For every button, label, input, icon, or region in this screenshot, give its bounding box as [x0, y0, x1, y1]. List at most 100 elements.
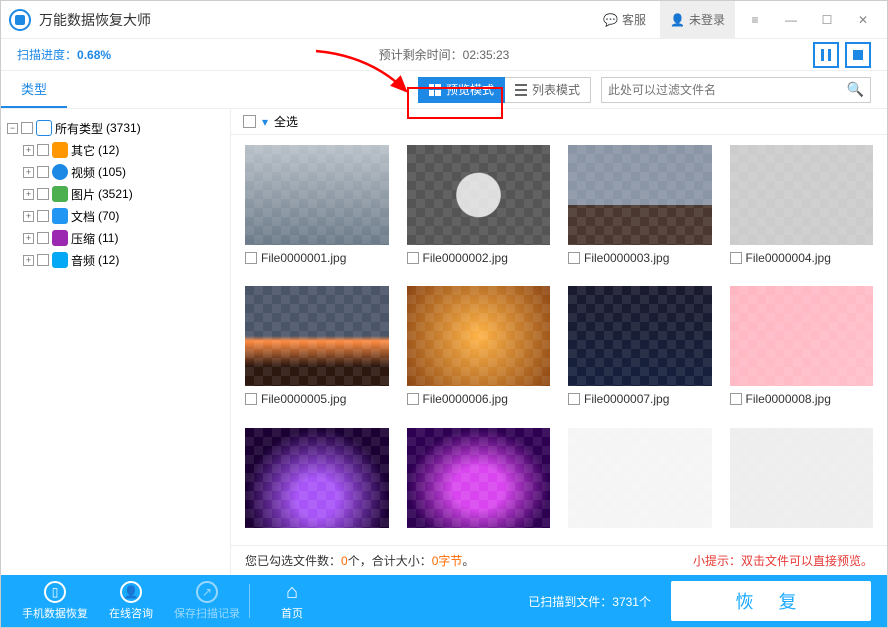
thumbnail-image [730, 145, 874, 245]
stop-icon [853, 50, 863, 60]
minimize-button[interactable]: — [775, 6, 807, 34]
tab-type[interactable]: 类型 [1, 71, 67, 108]
file-thumbnail[interactable]: File0000004.jpg [730, 145, 874, 272]
file-thumbnail[interactable] [245, 428, 389, 535]
file-name: File0000001.jpg [261, 251, 346, 265]
checkbox[interactable] [37, 232, 49, 244]
file-name: File0000008.jpg [746, 392, 831, 406]
checkbox[interactable] [37, 254, 49, 266]
divider [249, 584, 250, 618]
expander-icon[interactable]: + [23, 255, 34, 266]
login-button[interactable]: 👤 未登录 [660, 1, 735, 39]
file-checkbox[interactable] [407, 393, 419, 405]
recover-button[interactable]: 恢 复 [671, 581, 871, 621]
list-mode-button[interactable]: 列表模式 [505, 77, 591, 103]
close-button[interactable]: ✕ [847, 6, 879, 34]
select-all-label[interactable]: 全选 [274, 113, 298, 130]
content-area: ▾ 全选 File0000001.jpgFile0000002.jpgFile0… [231, 109, 887, 575]
minimize-icon: — [785, 13, 797, 27]
file-thumbnail[interactable] [730, 428, 874, 535]
pause-icon [821, 49, 831, 61]
expander-icon[interactable]: − [7, 123, 18, 134]
zip-icon [52, 230, 68, 246]
thumbnail-image [407, 428, 551, 528]
phone-icon: ▯ [44, 581, 66, 603]
view-mode-group: 预览模式 列表模式 🔍 [418, 77, 871, 103]
checkbox[interactable] [37, 188, 49, 200]
bottom-bar: ▯ 手机数据恢复 👤 在线咨询 ↗ 保存扫描记录 ⌂ 首页 已扫描到文件：373… [1, 575, 887, 627]
file-checkbox[interactable] [245, 252, 257, 264]
video-icon [52, 164, 68, 180]
customer-service-button[interactable]: 💬 客服 [593, 1, 656, 39]
file-checkbox[interactable] [568, 393, 580, 405]
doc-icon [52, 208, 68, 224]
tree-item-zip[interactable]: +压缩(11) [7, 227, 224, 249]
tree-item-other[interactable]: +其它(12) [7, 139, 224, 161]
select-all-row: ▾ 全选 [231, 109, 887, 135]
tree-item-doc[interactable]: +文档(70) [7, 205, 224, 227]
tree-item-audio[interactable]: +音频(12) [7, 249, 224, 271]
file-thumbnail[interactable]: File0000001.jpg [245, 145, 389, 272]
stop-button[interactable] [845, 42, 871, 68]
file-thumbnail[interactable] [407, 428, 551, 535]
tree-item-video[interactable]: +视频(105) [7, 161, 224, 183]
monitor-icon [36, 120, 52, 136]
checkbox[interactable] [37, 166, 49, 178]
filter-input[interactable] [608, 83, 847, 97]
thumbnail-image [245, 145, 389, 245]
search-icon[interactable]: 🔍 [847, 81, 864, 98]
other-icon [52, 142, 68, 158]
maximize-button[interactable]: ☐ [811, 6, 843, 34]
thumbnail-image [568, 286, 712, 386]
expander-icon[interactable]: + [23, 189, 34, 200]
expander-icon[interactable]: + [23, 167, 34, 178]
file-name: File0000007.jpg [584, 392, 669, 406]
file-thumbnail[interactable]: File0000005.jpg [245, 286, 389, 413]
menu-button[interactable]: ≡ [739, 6, 771, 34]
save-scan-button[interactable]: ↗ 保存扫描记录 [169, 575, 245, 627]
file-thumbnail[interactable]: File0000002.jpg [407, 145, 551, 272]
select-all-checkbox[interactable] [243, 115, 256, 128]
expander-icon[interactable]: + [23, 145, 34, 156]
online-consult-button[interactable]: 👤 在线咨询 [93, 575, 169, 627]
file-name: File0000004.jpg [746, 251, 831, 265]
file-thumbnail[interactable]: File0000008.jpg [730, 286, 874, 413]
file-name: File0000003.jpg [584, 251, 669, 265]
tree-item-pic[interactable]: +图片(3521) [7, 183, 224, 205]
file-checkbox[interactable] [568, 252, 580, 264]
thumbnail-image [245, 428, 389, 528]
file-checkbox[interactable] [730, 393, 742, 405]
phone-recovery-button[interactable]: ▯ 手机数据恢复 [17, 575, 93, 627]
file-checkbox[interactable] [245, 393, 257, 405]
close-icon: ✕ [858, 13, 868, 27]
scan-progress-label: 扫描进度：0.68% [17, 46, 111, 63]
home-icon: ⌂ [281, 581, 303, 603]
user-icon: 👤 [670, 13, 685, 27]
expander-icon[interactable]: + [23, 233, 34, 244]
file-name: File0000006.jpg [423, 392, 508, 406]
tree-root[interactable]: − 所有类型(3731) [7, 117, 224, 139]
home-button[interactable]: ⌂ 首页 [254, 575, 330, 627]
checkbox[interactable] [21, 122, 33, 134]
expander-icon[interactable]: + [23, 211, 34, 222]
preview-mode-button[interactable]: 预览模式 [418, 77, 505, 103]
grid-icon [429, 84, 441, 96]
checkbox[interactable] [37, 144, 49, 156]
pause-button[interactable] [813, 42, 839, 68]
thumbnail-grid: File0000001.jpgFile0000002.jpgFile000000… [231, 135, 887, 545]
eta-label: 预计剩余时间：02:35:23 [379, 46, 510, 63]
file-thumbnail[interactable]: File0000006.jpg [407, 286, 551, 413]
file-thumbnail[interactable]: File0000007.jpg [568, 286, 712, 413]
export-icon: ↗ [196, 581, 218, 603]
titlebar: 万能数据恢复大师 💬 客服 👤 未登录 ≡ — ☐ ✕ [1, 1, 887, 39]
file-checkbox[interactable] [407, 252, 419, 264]
thumbnail-image [407, 286, 551, 386]
thumbnail-image [407, 145, 551, 245]
selection-summary: 您已勾选文件数：0个，合计大小：0字节。 [245, 552, 474, 569]
person-icon: 👤 [120, 581, 142, 603]
checkbox[interactable] [37, 210, 49, 222]
file-thumbnail[interactable] [568, 428, 712, 535]
pic-icon [52, 186, 68, 202]
file-checkbox[interactable] [730, 252, 742, 264]
file-thumbnail[interactable]: File0000003.jpg [568, 145, 712, 272]
